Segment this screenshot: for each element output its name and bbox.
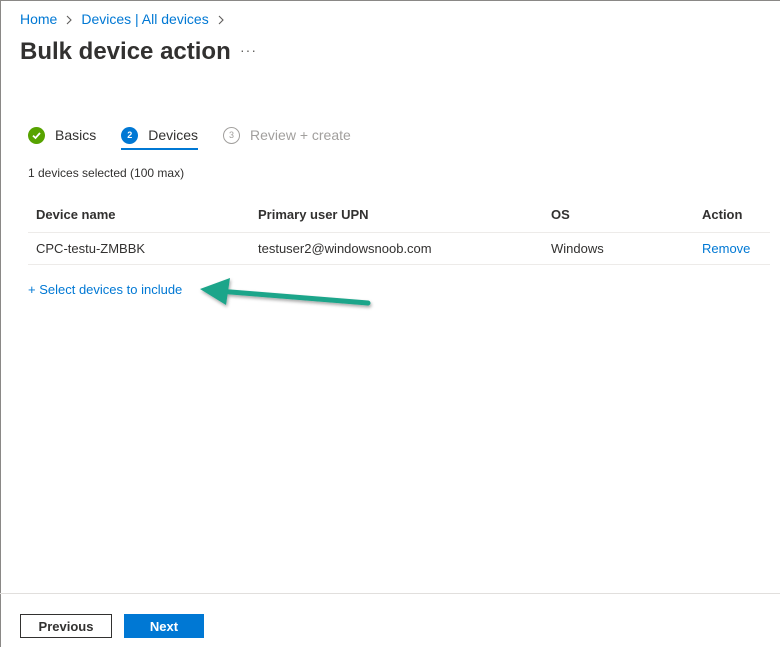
- column-header-device-name[interactable]: Device name: [28, 198, 250, 233]
- wizard-steps: Basics 2 Devices 3 Review + create: [28, 120, 351, 150]
- breadcrumb-devices-link[interactable]: Devices | All devices: [81, 11, 208, 27]
- column-header-action: Action: [694, 198, 770, 233]
- step-number-2: 2: [121, 126, 139, 144]
- action-cell: Remove: [694, 232, 770, 265]
- os-cell: Windows: [543, 232, 694, 265]
- window-left-border: [0, 0, 1, 647]
- footer-divider: [0, 593, 780, 594]
- breadcrumb-home-link[interactable]: Home: [20, 11, 57, 27]
- table-row: CPC-testu-ZMBBK testuser2@windowsnoob.co…: [28, 232, 770, 265]
- more-options-icon[interactable]: ···: [240, 43, 258, 60]
- device-name-cell: CPC-testu-ZMBBK: [28, 232, 250, 265]
- chevron-right-icon: [57, 12, 81, 27]
- remove-device-link[interactable]: Remove: [702, 241, 750, 256]
- select-devices-link[interactable]: + Select devices to include: [28, 282, 182, 297]
- step-number-3: 3: [223, 126, 241, 144]
- tab-devices[interactable]: 2 Devices: [121, 120, 199, 150]
- tab-basics-label: Basics: [55, 127, 97, 143]
- breadcrumb: Home Devices | All devices: [20, 11, 233, 27]
- tab-review-create[interactable]: 3 Review + create: [223, 120, 351, 150]
- next-button[interactable]: Next: [124, 614, 204, 638]
- active-tab-indicator: [121, 148, 199, 150]
- annotation-arrow-icon: [200, 278, 371, 306]
- column-header-primary-user-upn[interactable]: Primary user UPN: [250, 198, 543, 233]
- table-header-row: Device name Primary user UPN OS Action: [28, 198, 770, 233]
- window-top-border: [0, 0, 780, 1]
- tab-review-create-label: Review + create: [250, 127, 351, 143]
- tab-devices-label: Devices: [148, 127, 199, 143]
- selected-devices-count: 1 devices selected (100 max): [28, 166, 185, 180]
- column-header-os[interactable]: OS: [543, 198, 694, 233]
- checkmark-circle-icon: [28, 126, 45, 144]
- devices-table: Device name Primary user UPN OS Action C…: [28, 198, 770, 265]
- primary-user-upn-cell: testuser2@windowsnoob.com: [250, 232, 543, 265]
- previous-button[interactable]: Previous: [20, 614, 112, 638]
- page-title: Bulk device action: [20, 38, 231, 65]
- tab-basics[interactable]: Basics: [28, 120, 96, 150]
- chevron-right-icon: [209, 12, 233, 27]
